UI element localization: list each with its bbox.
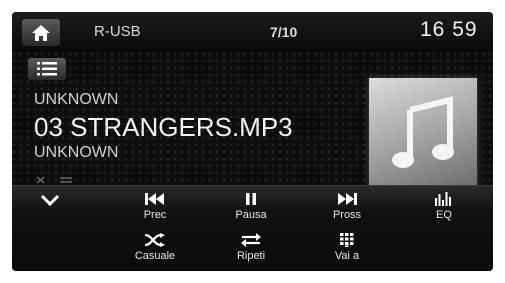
list-icon <box>37 62 57 76</box>
artist-name: UNKNOWN <box>34 91 119 108</box>
album-art <box>369 78 477 190</box>
previous-button[interactable]: Prec <box>115 192 195 221</box>
repeat-button[interactable]: Ripeti <box>211 233 291 262</box>
shuffle-label: Casuale <box>134 250 176 262</box>
clock: 16 59 <box>420 18 478 41</box>
goto-button[interactable]: Vai a <box>307 233 387 262</box>
top-bar: R-USB 7/10 16 59 <box>12 12 493 52</box>
goto-label: Vai a <box>334 250 360 262</box>
pause-label: Pausa <box>235 209 267 221</box>
track-title: 03 STRANGERS.MP3 <box>34 112 293 142</box>
music-note-icon <box>392 96 454 168</box>
equalizer-icon <box>435 192 451 206</box>
pause-icon <box>246 193 256 205</box>
keypad-icon <box>340 233 354 247</box>
chevron-down-icon <box>40 194 60 206</box>
repeat-icon <box>241 233 261 247</box>
track-list-button[interactable] <box>28 58 66 80</box>
next-label: Pross <box>332 209 362 221</box>
previous-icon <box>145 193 164 205</box>
shuffle-button[interactable]: Casuale <box>115 233 195 262</box>
source-label: R-USB <box>94 23 141 40</box>
pause-button[interactable]: Pausa <box>211 192 291 221</box>
shuffle-indicator-icon <box>36 176 72 184</box>
home-button[interactable] <box>22 19 60 46</box>
eq-button[interactable]: EQ <box>404 192 484 221</box>
album-name: UNKNOWN <box>34 144 119 161</box>
eq-label: EQ <box>436 209 452 221</box>
next-button[interactable]: Pross <box>307 192 387 221</box>
next-icon <box>338 193 357 205</box>
repeat-label: Ripeti <box>236 250 266 262</box>
media-player-screen: R-USB 7/10 16 59 UNKNOWN 03 STRANGERS.MP… <box>12 12 493 271</box>
collapse-button[interactable] <box>30 194 70 206</box>
previous-label: Prec <box>143 209 167 221</box>
home-icon <box>32 24 50 41</box>
track-position: 7/10 <box>270 24 298 40</box>
shuffle-icon <box>144 233 165 247</box>
control-bar: Prec Pausa Pross EQ Casuale Ripeti Vai a <box>12 185 493 271</box>
